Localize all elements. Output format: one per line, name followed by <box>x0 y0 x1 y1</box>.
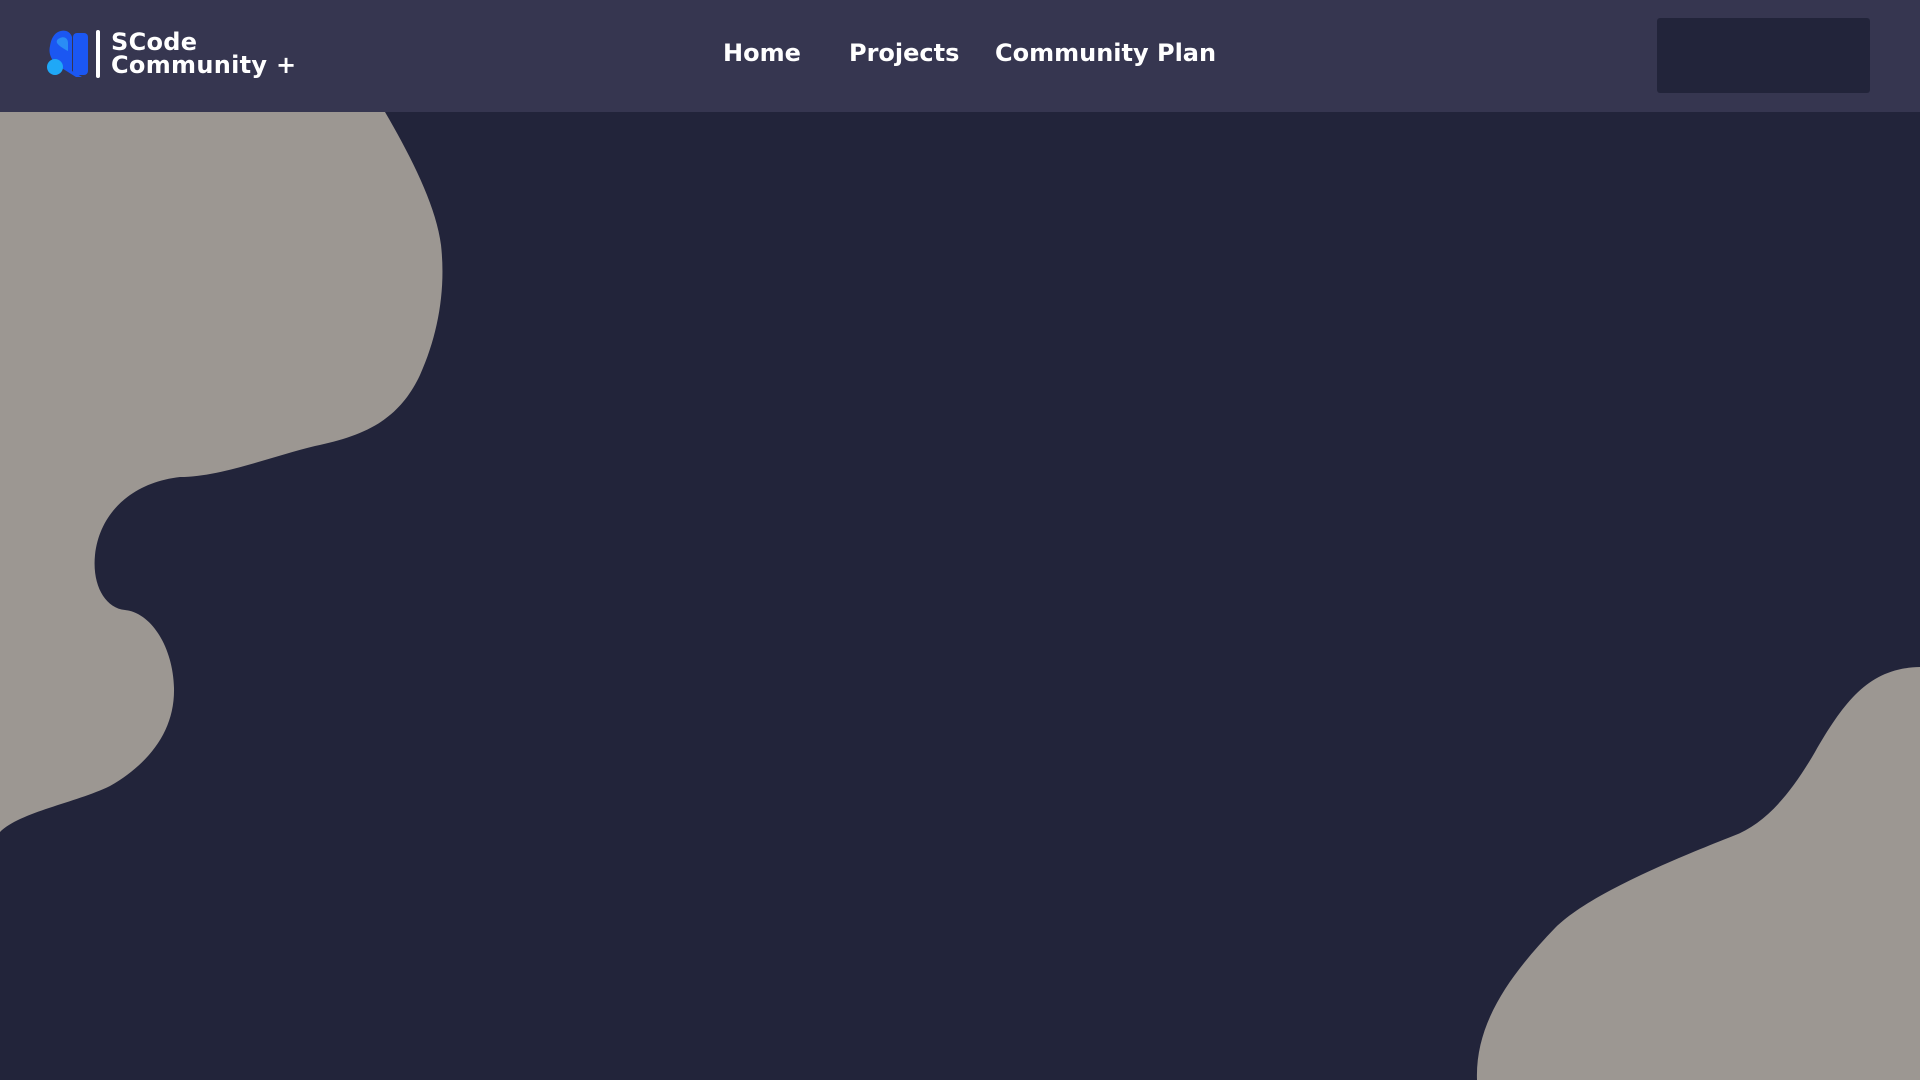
scode-logo-icon <box>47 30 88 78</box>
nav-link-community-plan[interactable]: Community Plan <box>995 38 1216 68</box>
left-blob-shape <box>0 112 443 832</box>
landing-page: SCode Community + Home Projects Communit… <box>0 0 1920 1080</box>
nav-link-home[interactable]: Home <box>723 38 801 68</box>
nav-link-projects[interactable]: Projects <box>849 38 959 68</box>
top-navbar: SCode Community + Home Projects Communit… <box>0 0 1920 112</box>
brand-logo-link[interactable]: SCode Community + <box>46 29 296 79</box>
right-blob-shape <box>1476 667 1920 1080</box>
brand-name-line2: Community + <box>111 51 297 79</box>
brand-divider <box>96 30 100 78</box>
navbar-action-button[interactable] <box>1657 18 1870 93</box>
decorative-background-blobs <box>0 112 1920 1080</box>
brand-name: SCode Community + <box>111 30 297 79</box>
